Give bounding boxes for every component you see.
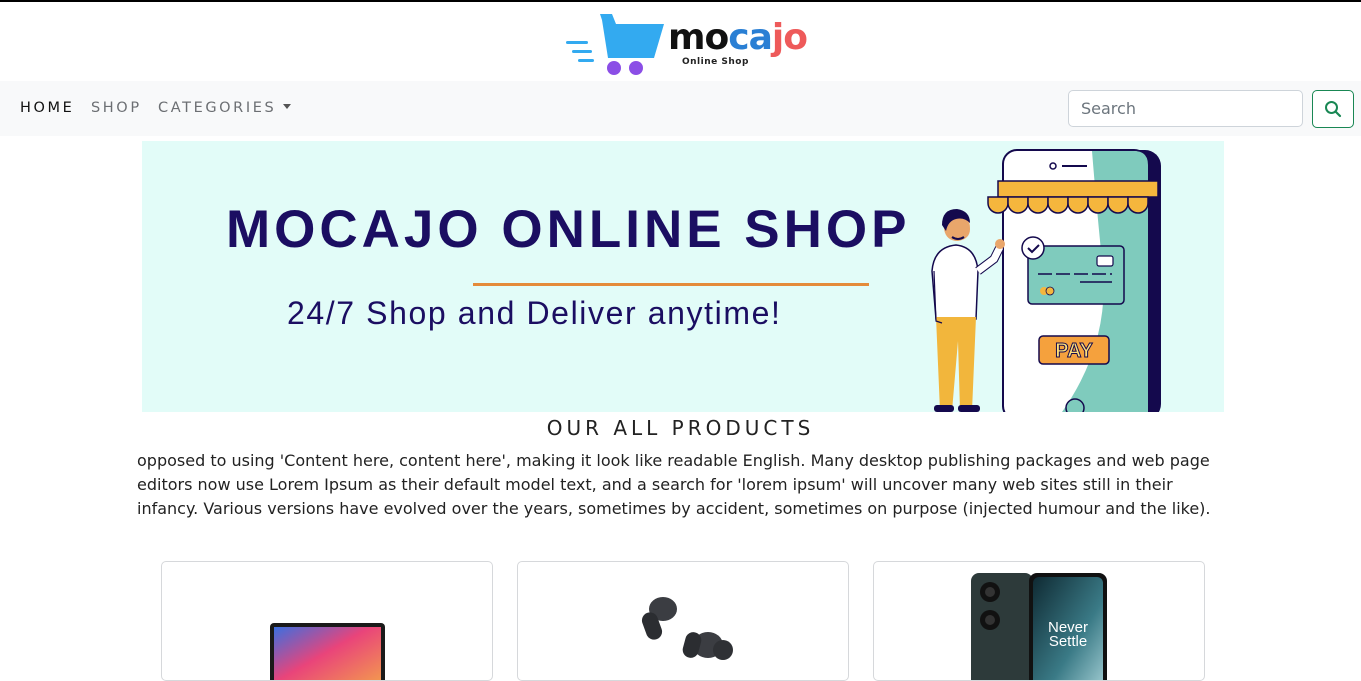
nav-home[interactable]: HOME <box>20 100 74 116</box>
logo-tagline: Online Shop <box>682 57 749 67</box>
banner-divider <box>473 283 869 286</box>
nav-categories-dropdown[interactable]: CATEGORIES <box>158 100 292 116</box>
search-input[interactable] <box>1068 90 1303 127</box>
site-logo[interactable]: mocajo Online Shop <box>566 12 808 78</box>
product-card[interactable] <box>161 561 493 681</box>
logo-text-part1: mo <box>668 17 729 58</box>
chevron-down-icon <box>283 103 292 109</box>
search-icon <box>1325 101 1342 118</box>
top-border <box>0 0 1361 2</box>
product-card[interactable] <box>517 561 849 681</box>
logo-text-part2: ca <box>728 17 773 58</box>
logo-text-part3: jo <box>771 17 808 58</box>
mobile-payment-illustration: PAY <box>931 149 1161 412</box>
products-section-title: OUR ALL PRODUCTS <box>546 416 815 440</box>
banner-subtitle: 24/7 Shop and Deliver anytime! <box>287 295 782 331</box>
nav-shop[interactable]: SHOP <box>91 100 142 116</box>
logo-wordmark: mocajo <box>668 17 808 58</box>
search-button[interactable] <box>1312 90 1354 128</box>
nav-categories-label: CATEGORIES <box>158 100 277 116</box>
phone-image: Never Settle <box>971 573 1107 680</box>
product-card[interactable]: Never Settle <box>873 561 1205 681</box>
earbuds-image <box>641 597 733 660</box>
banner-title: MOCAJO ONLINE SHOP <box>226 200 911 259</box>
products-section-description: opposed to using 'Content here, content … <box>137 451 1211 518</box>
phone-screen-text-line2: Settle <box>1049 633 1087 650</box>
pay-label: PAY <box>1055 340 1093 362</box>
hero-banner: MOCAJO ONLINE SHOP 24/7 Shop and Deliver… <box>142 141 1224 412</box>
shopping-cart-icon <box>566 14 664 75</box>
laptop-image <box>270 623 385 680</box>
